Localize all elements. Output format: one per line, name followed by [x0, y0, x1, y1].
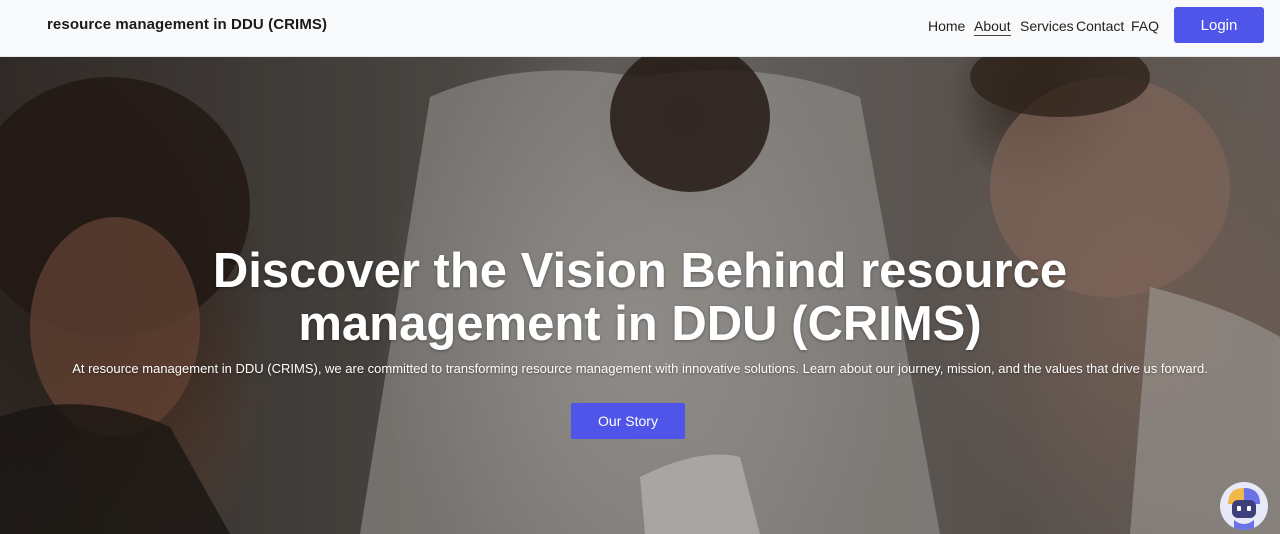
nav-link-faq[interactable]: FAQ: [1131, 18, 1159, 34]
our-story-button[interactable]: Our Story: [571, 403, 685, 439]
hero-title: Discover the Vision Behind resource mana…: [212, 244, 1068, 351]
nav-link-contact[interactable]: Contact: [1076, 18, 1124, 34]
nav-link-about[interactable]: About: [974, 18, 1011, 36]
brand-title[interactable]: resource management in DDU (CRIMS): [47, 16, 327, 33]
nav-link-home[interactable]: Home: [928, 18, 965, 34]
chatbot-robot-icon[interactable]: [1220, 482, 1268, 530]
top-navbar: resource management in DDU (CRIMS) Home …: [0, 0, 1280, 57]
login-button[interactable]: Login: [1174, 7, 1264, 43]
nav-link-services[interactable]: Services: [1020, 18, 1074, 34]
hero-description: At resource management in DDU (CRIMS), w…: [72, 361, 1208, 376]
hero-section: Discover the Vision Behind resource mana…: [0, 57, 1280, 534]
